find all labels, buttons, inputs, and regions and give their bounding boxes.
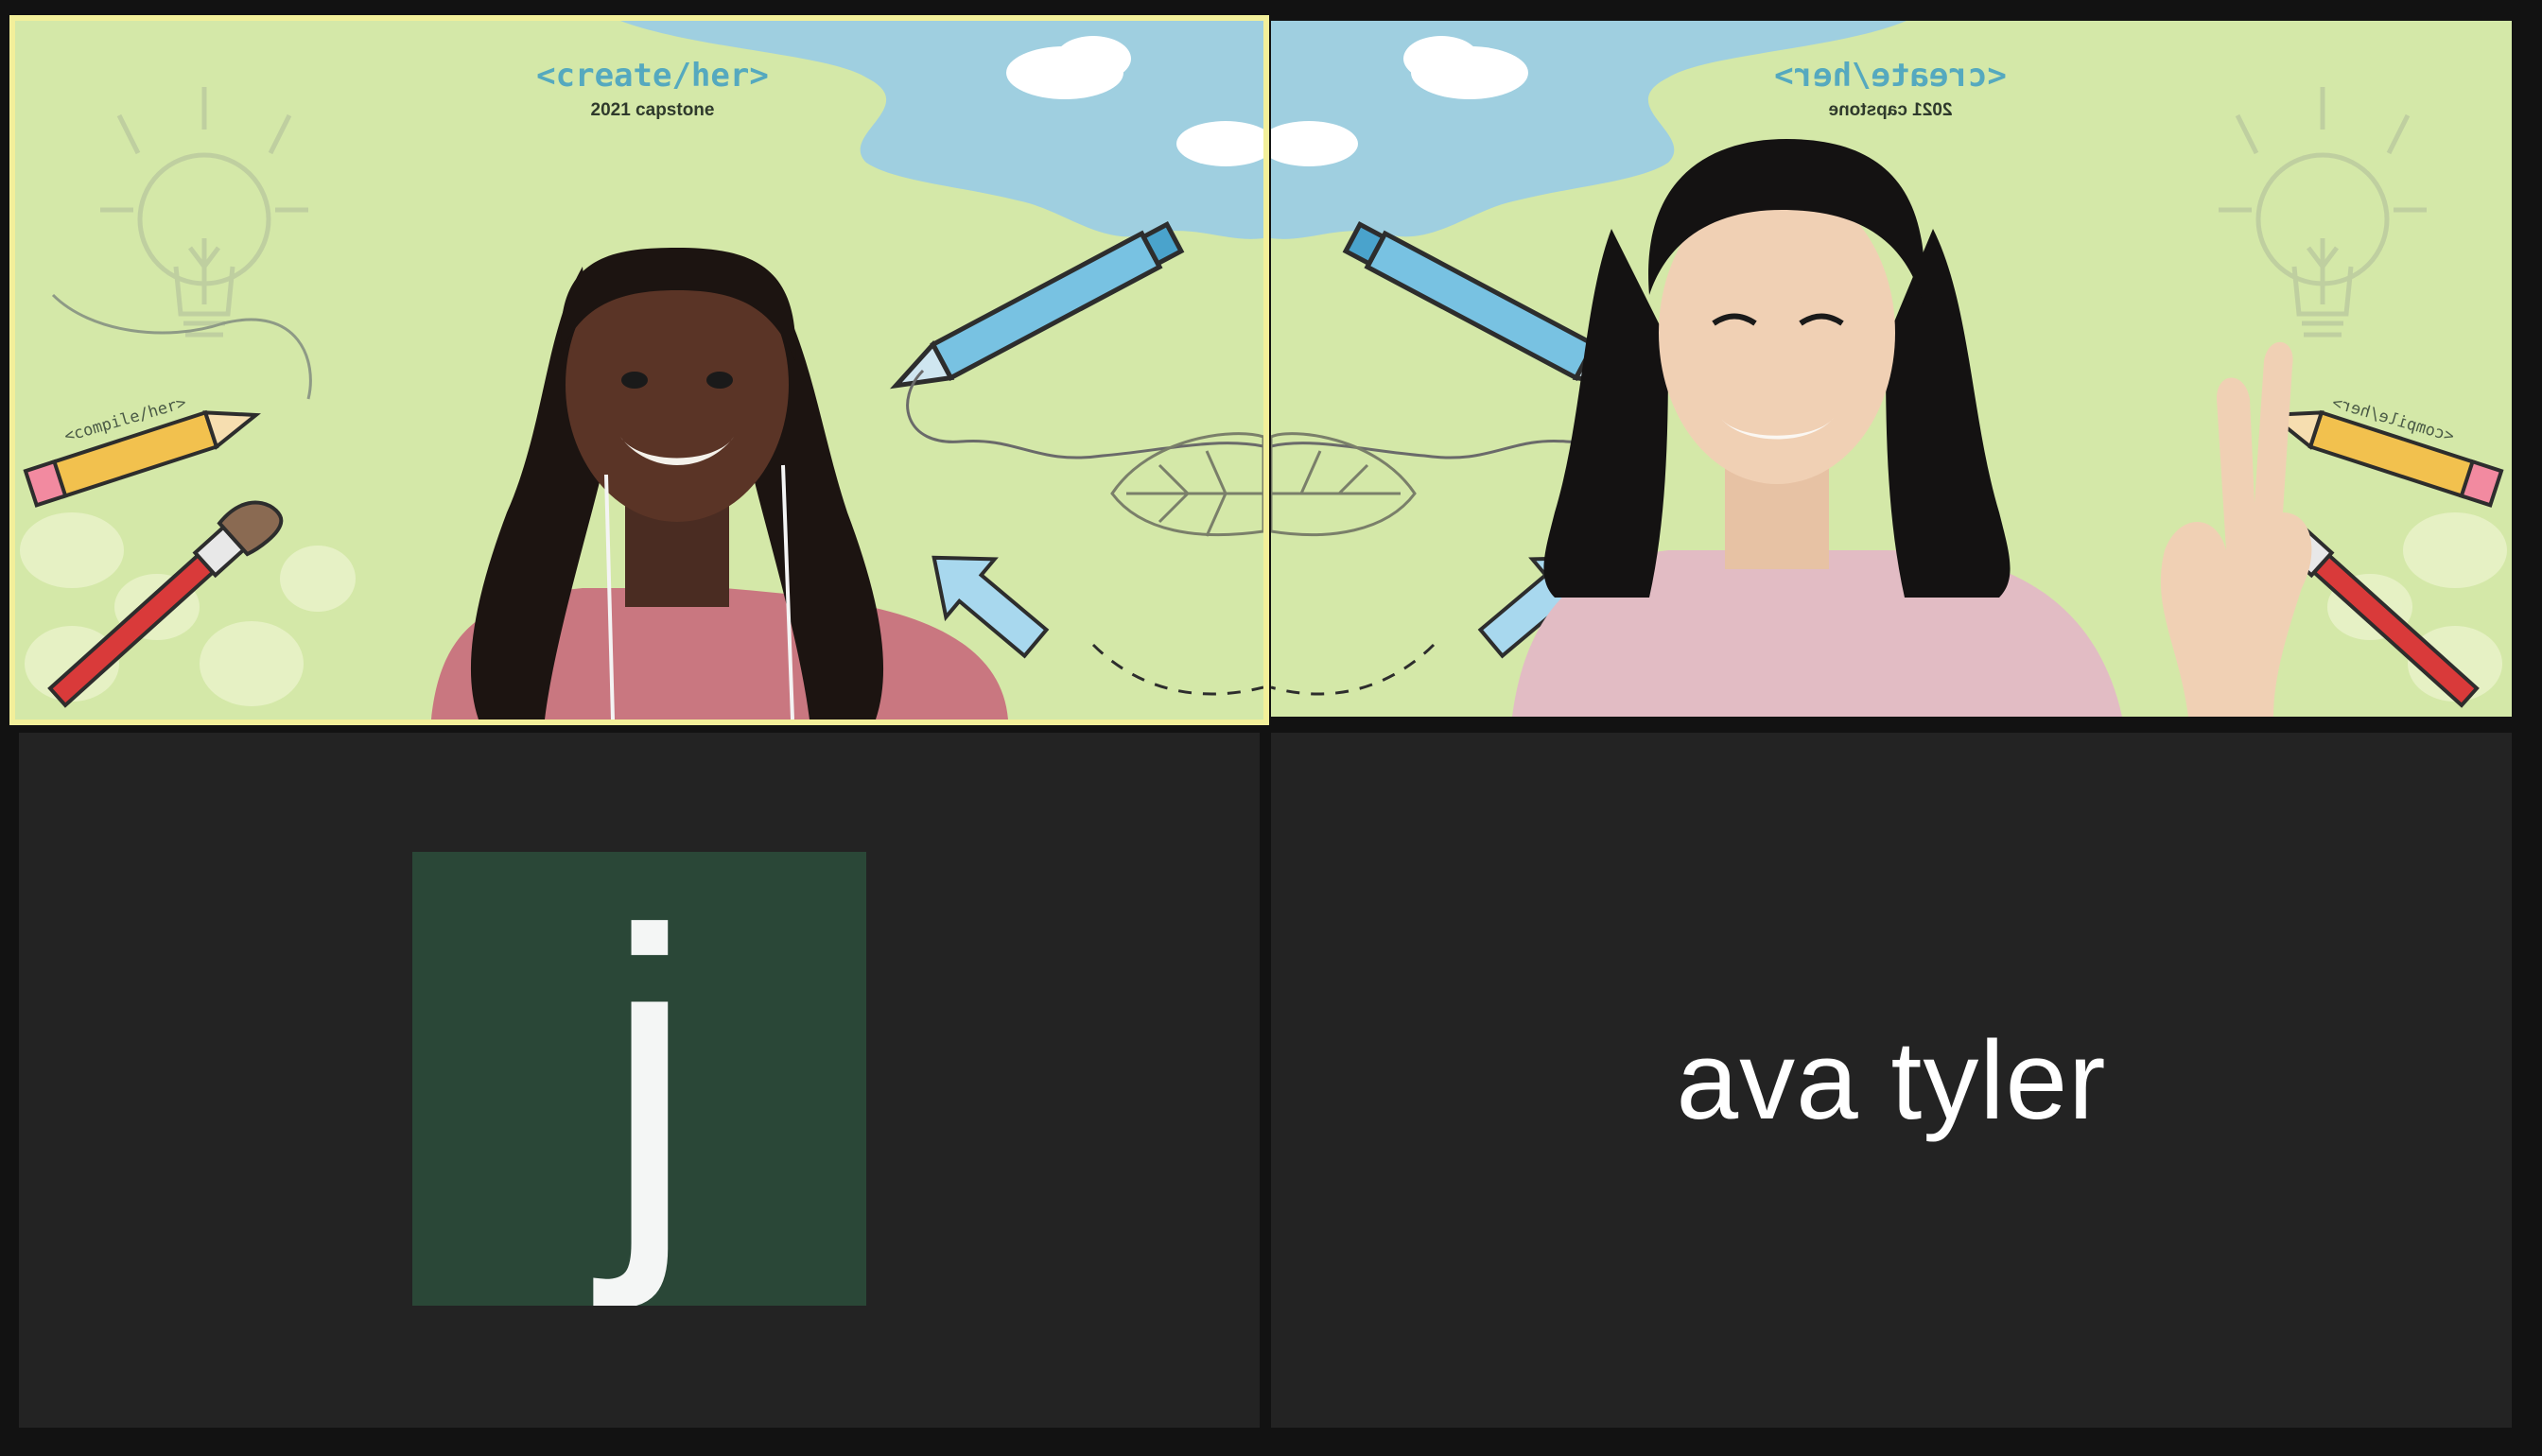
- participant-figure: [1512, 139, 2312, 717]
- participant-video-tile-1[interactable]: <create/her> 2021 capstone <compile/her>: [9, 15, 1269, 725]
- participant-video-tile-2[interactable]: <create/her> 2021 capstone <compile/her>: [1271, 21, 2512, 717]
- avatar: j: [412, 852, 866, 1306]
- participant-figure: [431, 248, 1008, 719]
- avatar-initial: j: [603, 852, 696, 1306]
- participant-avatar-tile[interactable]: j: [19, 733, 1260, 1428]
- participant-name-tile[interactable]: ava tyler: [1271, 733, 2512, 1428]
- participant-name: ava tyler: [1676, 1017, 2107, 1143]
